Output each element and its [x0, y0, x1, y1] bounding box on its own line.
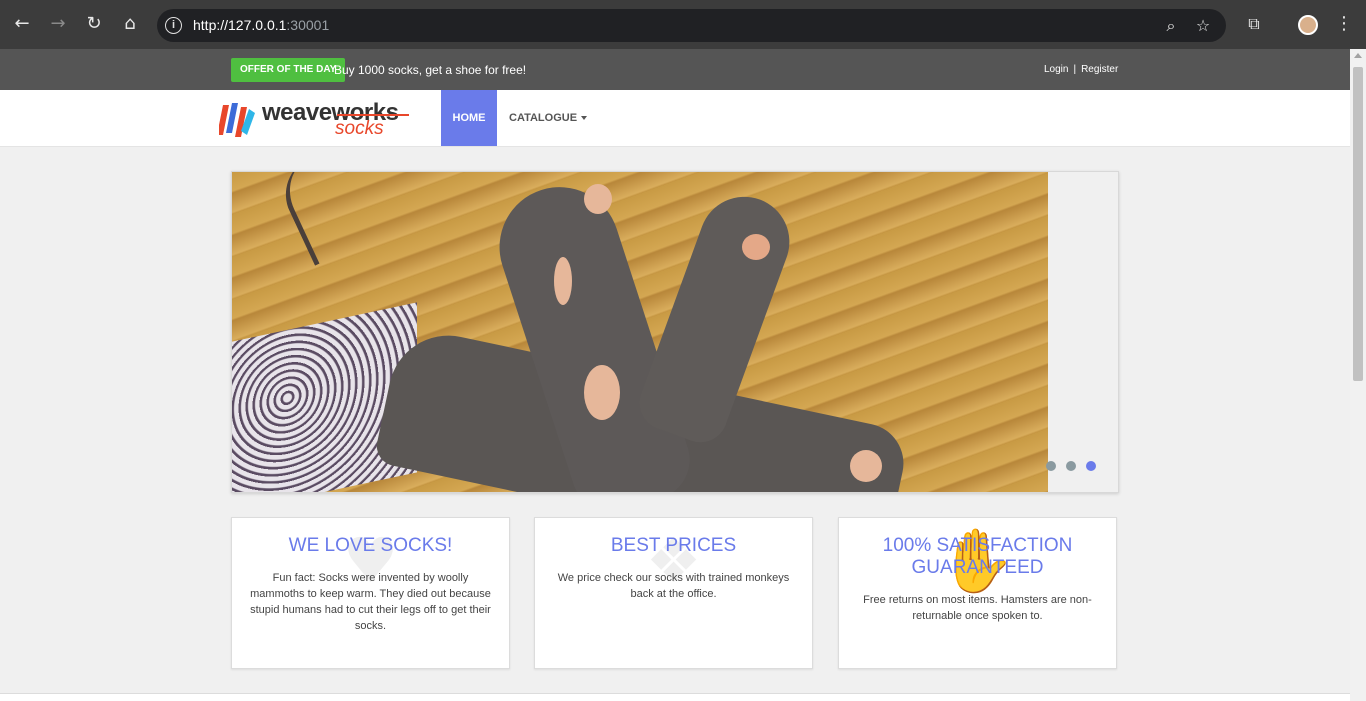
scrollbar-thumb[interactable]: [1353, 67, 1363, 381]
url-host: http://127.0.0.1: [193, 17, 287, 33]
home-icon[interactable]: ⌂: [119, 13, 141, 35]
carousel-dot-active[interactable]: [1086, 461, 1096, 471]
carousel-dot[interactable]: [1066, 461, 1076, 471]
address-bar[interactable]: i http://127.0.0.1:30001 ⌕ ☆: [157, 9, 1226, 42]
hero-carousel[interactable]: [231, 171, 1119, 493]
bookmark-star-icon[interactable]: ☆: [1192, 15, 1214, 37]
register-link[interactable]: Register: [1081, 64, 1118, 75]
scroll-up-arrow[interactable]: [1354, 53, 1362, 58]
toe: [742, 234, 770, 260]
offer-text: Buy 1000 socks, get a shoe for free!: [334, 63, 527, 77]
next-section-edge: [0, 693, 1350, 701]
carousel-dot[interactable]: [1046, 461, 1056, 471]
back-icon[interactable]: ←: [11, 13, 33, 35]
zoom-icon[interactable]: ⌕: [1160, 15, 1182, 37]
browser-menu-icon[interactable]: ⋮: [1334, 13, 1354, 35]
feature-text: Free returns on most items. Hamsters are…: [863, 594, 1092, 622]
login-link[interactable]: Login: [1044, 64, 1068, 75]
nav-catalogue-label: CATALOGUE: [509, 112, 578, 124]
feature-box-love-socks: ♥ WE LOVE SOCKS! Fun fact: Socks were in…: [231, 517, 510, 669]
cable: [272, 172, 352, 266]
sock-hole: [554, 257, 572, 305]
feature-box-satisfaction: ✋ 100% SATISFACTION GUARANTEED Free retu…: [838, 517, 1117, 669]
sock-hole: [584, 365, 620, 420]
carousel-indicators: [1046, 458, 1106, 476]
main-navbar: weaveworks socks HOME CATALOGUE: [0, 90, 1350, 147]
nav-home[interactable]: HOME: [441, 90, 497, 146]
feature-title: 100% SATISFACTION GUARANTEED: [882, 535, 1073, 578]
logo-strike: [337, 114, 409, 116]
profile-avatar[interactable]: [1298, 15, 1318, 35]
feature-title: WE LOVE SOCKS!: [288, 535, 453, 556]
offer-badge[interactable]: OFFER OF THE DAY: [231, 58, 346, 82]
forward-icon[interactable]: →: [47, 13, 69, 35]
logo-mark-icon: [219, 103, 255, 137]
offer-bar: OFFER OF THE DAY Buy 1000 socks, get a s…: [0, 49, 1350, 90]
browser-toolbar: ← → ↻ ⌂ i http://127.0.0.1:30001 ⌕ ☆ ⧉ ⋮: [0, 0, 1366, 49]
auth-separator: |: [1073, 64, 1077, 75]
reload-icon[interactable]: ↻: [83, 13, 105, 35]
url-port: :30001: [286, 17, 330, 33]
sock-hole: [850, 450, 882, 482]
feature-text: We price check our socks with trained mo…: [557, 572, 790, 600]
caret-down-icon: [581, 116, 588, 121]
feature-text: Fun fact: Socks were invented by woolly …: [250, 572, 491, 632]
sock-hole: [584, 184, 612, 214]
url-text[interactable]: http://127.0.0.1:30001: [193, 17, 329, 33]
weaveworks-logo[interactable]: weaveworks socks: [219, 97, 419, 139]
logo-text-socks: socks: [335, 118, 384, 139]
nav-catalogue-dropdown[interactable]: CATALOGUE: [509, 90, 588, 146]
site-info-icon[interactable]: i: [165, 17, 182, 34]
auth-links: Login | Register: [1044, 64, 1118, 75]
carousel-slide-image: [232, 172, 1048, 492]
feature-title: BEST PRICES: [610, 535, 737, 556]
page-scrollbar[interactable]: [1350, 49, 1366, 701]
feature-box-best-prices: ❖ BEST PRICES We price check our socks w…: [534, 517, 813, 669]
extensions-icon[interactable]: ⧉: [1244, 14, 1264, 34]
